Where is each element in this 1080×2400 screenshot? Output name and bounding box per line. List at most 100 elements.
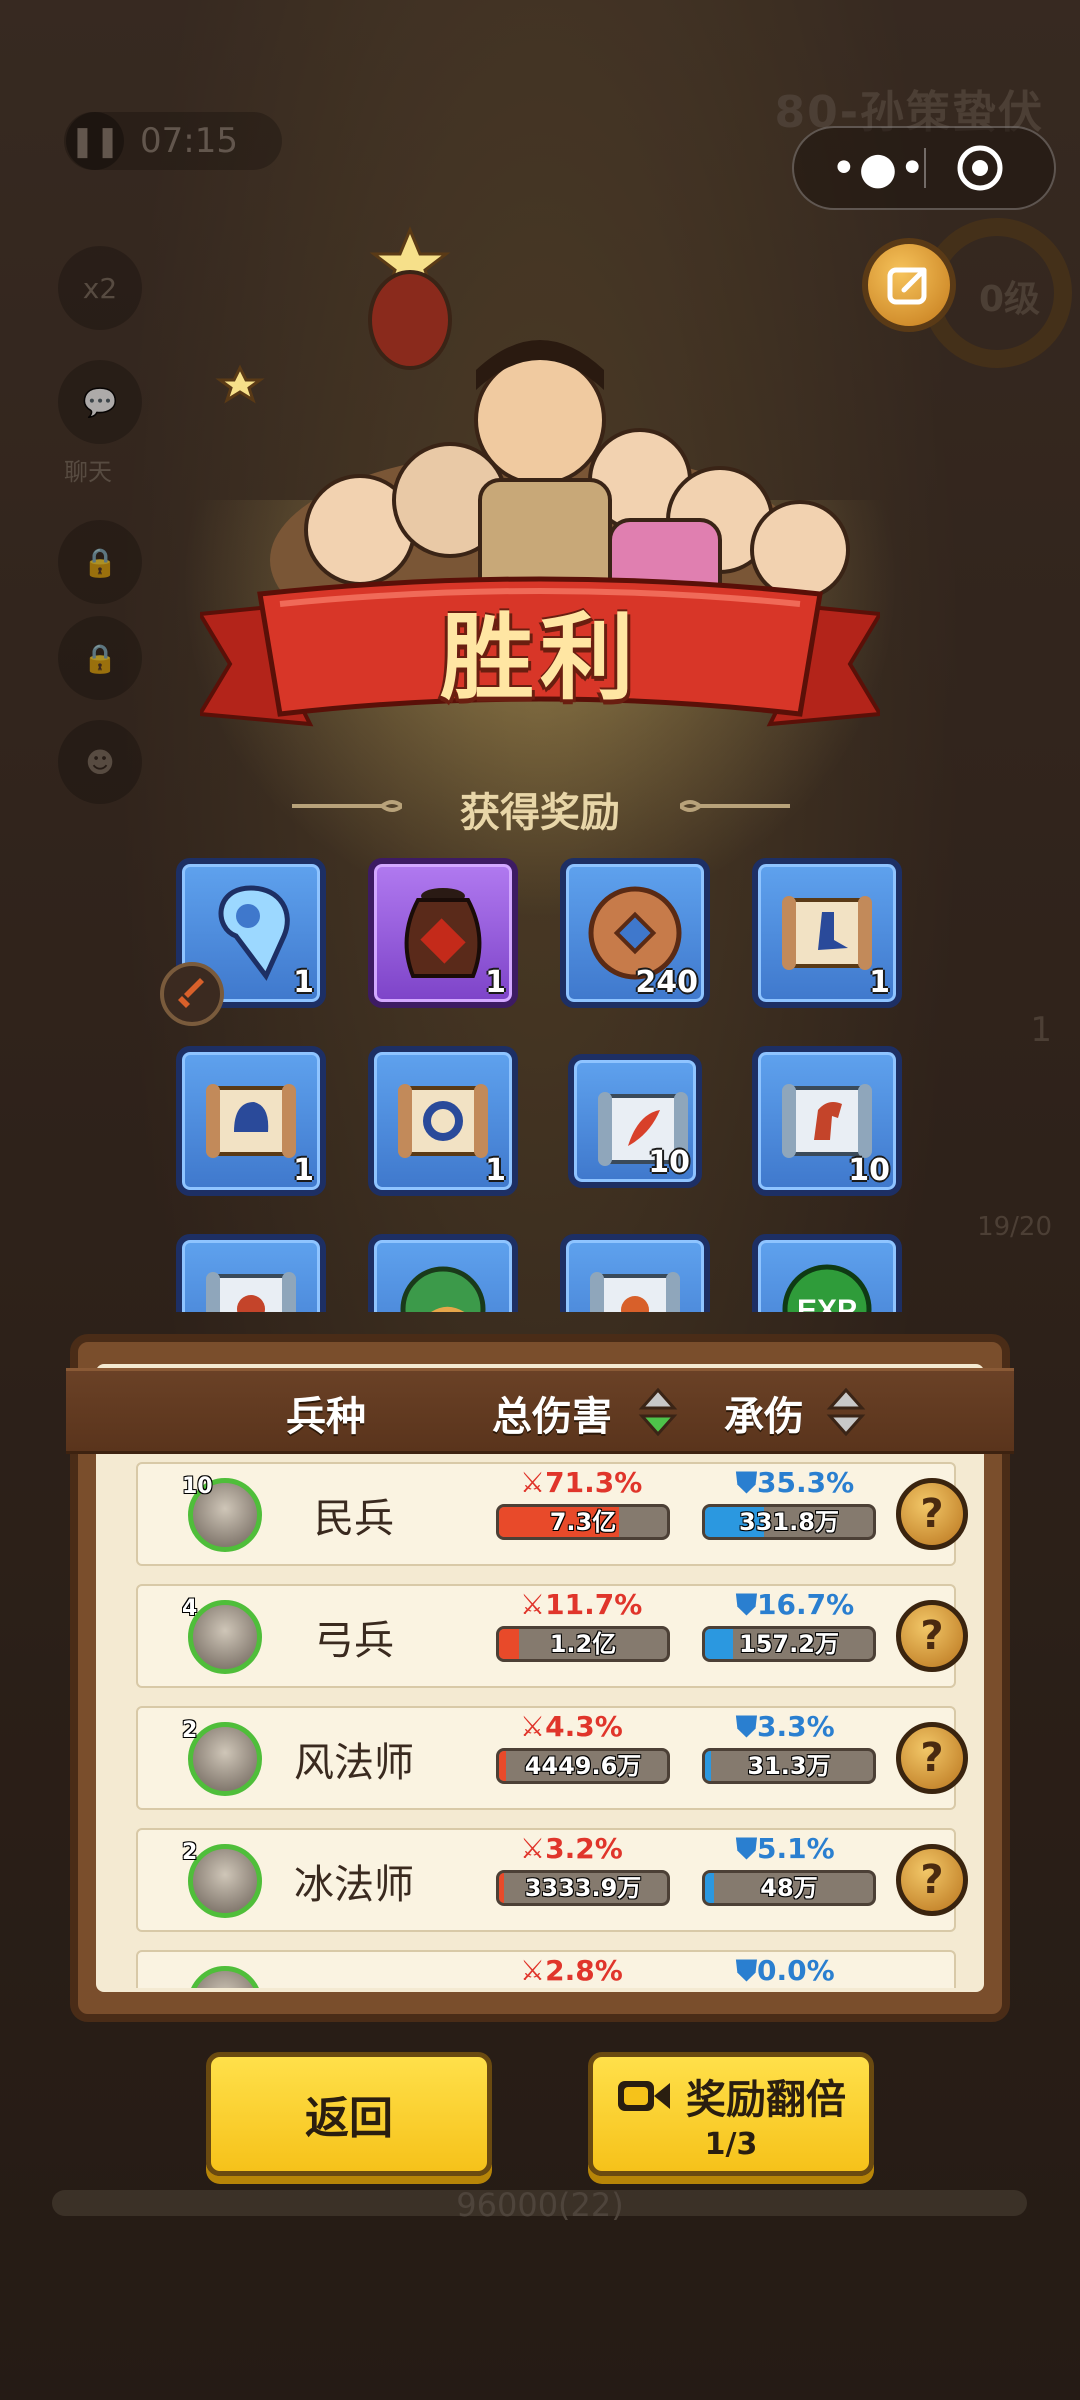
damage-percent-value: 71.3% [545,1466,643,1499]
damage-percent: ⚔11.7% [520,1588,643,1621]
green-orb-icon [400,1266,486,1312]
tank-percent-value: 0.0% [757,1954,835,1987]
unit-level: 10 [182,1474,213,1499]
header-damage[interactable]: 总伤害 [492,1384,612,1442]
damage-percent: ⚔2.8% [520,1954,623,1987]
reward-tile[interactable]: 10 [568,1054,702,1188]
damage-bar: 7.3亿 [496,1504,670,1540]
tank-value: 331.8万 [739,1508,839,1536]
reward-tile[interactable]: EXP [752,1234,902,1312]
reward-count: 240 [635,965,698,1000]
damage-percent: ⚔71.3% [520,1466,643,1499]
victory-title: 胜利 [439,604,640,713]
video-camera-icon [618,2080,670,2111]
question-icon: ? [920,1857,944,1903]
header-tank[interactable]: 承伤 [724,1384,804,1442]
unit-name: 冰法师 [294,1862,414,1908]
tank-percent-value: 16.7% [757,1588,855,1621]
double-reward-label: 奖励翻倍 [686,2076,846,2123]
reward-tile[interactable]: 240 [560,858,710,1008]
unit-level: 2 [182,1718,198,1743]
header-unit: 兵种 [286,1394,366,1440]
reward-title: 获得奖励 [460,790,620,836]
damage-percent: ⚔3.2% [520,1832,623,1865]
tank-percent-value: 5.1% [757,1832,835,1865]
title-ornament-right [680,800,790,812]
reward-count: 10 [848,1153,890,1188]
table-row: 4 弓兵 ⚔11.7% 1.2亿 ⛊16.7% 157.2万 ? [96,1580,984,1692]
sort-damage-icon[interactable] [638,1386,678,1438]
unit-info-button[interactable]: ? [896,1844,968,1916]
tank-value: 48万 [760,1874,818,1902]
back-label: 返回 [305,2093,393,2144]
reward-tile[interactable] [176,1234,326,1312]
damage-percent-value: 11.7% [545,1588,643,1621]
miniprogram-capsule: •●• [792,126,1056,210]
unit-avatar [188,1722,262,1796]
table-row: 10 民兵 ⚔71.3% 7.3亿 ⛊35.3% 331.8万 ? [96,1458,984,1570]
reward-tile[interactable] [368,1234,518,1312]
svg-text:EXP: EXP [797,1294,857,1312]
tank-bar: 31.3万 [702,1748,876,1784]
reward-tile[interactable]: 1 [752,858,902,1008]
reward-count: 1 [485,1153,506,1188]
unit-level: 2 [182,1840,198,1865]
tank-percent: ⛊16.7% [736,1588,855,1621]
tank-bar: 48万 [702,1870,876,1906]
damage-percent-value: 4.3% [545,1710,623,1743]
unit-info-button[interactable]: ? [896,1600,968,1672]
unit-level: 4 [182,1596,198,1621]
damage-value: 4449.6万 [524,1752,642,1780]
helmet-scroll-icon [206,1084,296,1158]
double-reward-button[interactable]: 奖励翻倍 1/3 [588,2052,874,2176]
sword-icon [178,978,204,1008]
unit-name: 弓兵 [314,1618,394,1664]
reward-count: 1 [293,1153,314,1188]
sort-tank-icon[interactable] [826,1386,866,1438]
tank-percent-value: 35.3% [757,1466,855,1499]
unit-info-button[interactable]: ? [896,1722,968,1794]
damage-percent-value: 2.8% [545,1954,623,1987]
reward-count: 1 [485,965,506,1000]
damage-percent-value: 3.2% [545,1832,623,1865]
red-scroll-icon [206,1272,296,1312]
tiger-scroll-icon [590,1272,680,1312]
more-icon[interactable]: •●• [831,128,925,208]
unit-info-button[interactable]: ? [896,1478,968,1550]
question-icon: ? [920,1491,944,1537]
unit-avatar [188,1600,262,1674]
reward-grid: 1 1 240 1 1 1 10 10 EXP [0,858,1080,1312]
reward-tile[interactable]: 10 [752,1046,902,1196]
stats-rows: 10 民兵 ⚔71.3% 7.3亿 ⛊35.3% 331.8万 ? 4 弓兵 ⚔… [96,1458,984,1988]
capsule-divider [924,148,926,188]
table-row: 2 冰法师 ⚔3.2% 3333.9万 ⛊5.1% 48万 ? [96,1824,984,1936]
damage-value: 7.3亿 [549,1508,617,1536]
equip-badge [160,962,224,1026]
wine-jar-icon [404,888,482,978]
reward-tile[interactable]: 1 [368,1046,518,1196]
damage-value: 1.2亿 [549,1630,617,1658]
unit-avatar [188,1844,262,1918]
ring-scroll-icon [398,1084,488,1158]
unit-name: 风法师 [294,1740,414,1786]
reward-tile[interactable]: 1 [176,1046,326,1196]
back-button[interactable]: 返回 [206,2052,492,2176]
close-target-icon[interactable] [952,140,1008,196]
unit-name: 民兵 [314,1496,394,1542]
damage-bar: 1.2亿 [496,1626,670,1662]
tank-percent-value: 3.3% [757,1710,835,1743]
reward-tile[interactable] [560,1234,710,1312]
boot-scroll-icon [782,896,872,970]
reward-count: 1 [293,965,314,1000]
reward-count: 1 [869,965,890,1000]
damage-value: 3333.9万 [524,1874,642,1902]
question-icon: ? [920,1613,944,1659]
tank-percent: ⛊35.3% [736,1466,855,1499]
damage-bar: 3333.9万 [496,1870,670,1906]
double-reward-count: 1/3 [704,2126,758,2162]
tank-value: 157.2万 [739,1630,839,1658]
tank-percent: ⛊3.3% [736,1710,835,1743]
reward-tile[interactable]: 1 [368,858,518,1008]
table-row: 2 风法师 ⚔4.3% 4449.6万 ⛊3.3% 31.3万 ? [96,1702,984,1814]
exp-orb-icon: EXP [782,1264,872,1312]
